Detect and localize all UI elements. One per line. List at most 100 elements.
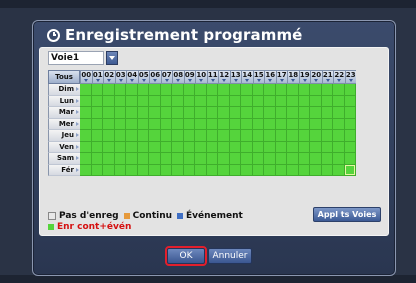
day-row-header[interactable]: Mer <box>48 118 80 130</box>
hour-header-15[interactable]: 15 <box>252 70 264 84</box>
schedule-slot[interactable] <box>103 118 115 130</box>
schedule-slot[interactable] <box>183 130 195 142</box>
schedule-slot[interactable] <box>137 130 149 142</box>
schedule-slot[interactable] <box>333 130 345 142</box>
hour-header-03[interactable]: 03 <box>114 70 126 84</box>
schedule-slot[interactable] <box>103 164 115 176</box>
schedule-slot[interactable] <box>172 107 184 119</box>
schedule-slot[interactable] <box>264 130 276 142</box>
schedule-slot[interactable] <box>160 107 172 119</box>
schedule-slot[interactable] <box>103 130 115 142</box>
schedule-slot[interactable] <box>114 95 126 107</box>
schedule-slot[interactable] <box>195 141 207 153</box>
schedule-slot[interactable] <box>287 130 299 142</box>
schedule-slot[interactable] <box>126 107 138 119</box>
schedule-slot[interactable] <box>252 84 264 96</box>
schedule-slot[interactable] <box>333 107 345 119</box>
schedule-slot[interactable] <box>310 84 322 96</box>
schedule-slot[interactable] <box>252 164 264 176</box>
schedule-slot[interactable] <box>321 164 333 176</box>
schedule-slot[interactable] <box>218 164 230 176</box>
schedule-slot[interactable] <box>149 95 161 107</box>
schedule-slot[interactable] <box>126 95 138 107</box>
day-row-header[interactable]: Jeu <box>48 130 80 142</box>
hour-header-13[interactable]: 13 <box>229 70 241 84</box>
schedule-slot[interactable] <box>252 95 264 107</box>
schedule-slot[interactable] <box>137 118 149 130</box>
schedule-slot[interactable] <box>310 95 322 107</box>
schedule-slot[interactable] <box>344 153 356 165</box>
schedule-slot[interactable] <box>91 84 103 96</box>
schedule-slot[interactable] <box>252 141 264 153</box>
schedule-slot[interactable] <box>298 84 310 96</box>
hour-header-19[interactable]: 19 <box>298 70 310 84</box>
schedule-slot[interactable] <box>91 107 103 119</box>
schedule-slot[interactable] <box>206 84 218 96</box>
schedule-slot[interactable] <box>149 164 161 176</box>
schedule-slot[interactable] <box>126 153 138 165</box>
schedule-slot[interactable] <box>287 118 299 130</box>
schedule-slot[interactable] <box>206 130 218 142</box>
schedule-slot[interactable] <box>252 130 264 142</box>
schedule-slot[interactable] <box>275 107 287 119</box>
schedule-slot[interactable] <box>149 107 161 119</box>
hour-header-17[interactable]: 17 <box>275 70 287 84</box>
schedule-slot[interactable] <box>241 130 253 142</box>
schedule-slot[interactable] <box>229 118 241 130</box>
schedule-slot[interactable] <box>333 141 345 153</box>
hour-header-10[interactable]: 10 <box>195 70 207 84</box>
hour-header-22[interactable]: 22 <box>333 70 345 84</box>
schedule-slot[interactable] <box>195 118 207 130</box>
schedule-slot[interactable] <box>275 84 287 96</box>
schedule-slot[interactable] <box>172 130 184 142</box>
schedule-slot[interactable] <box>103 95 115 107</box>
schedule-slot[interactable] <box>126 164 138 176</box>
schedule-slot[interactable] <box>310 107 322 119</box>
schedule-slot[interactable] <box>298 164 310 176</box>
schedule-slot[interactable] <box>160 95 172 107</box>
schedule-slot[interactable] <box>183 95 195 107</box>
schedule-slot[interactable] <box>160 84 172 96</box>
schedule-slot[interactable] <box>91 153 103 165</box>
schedule-slot[interactable] <box>195 95 207 107</box>
schedule-slot[interactable] <box>218 95 230 107</box>
schedule-slot[interactable] <box>137 153 149 165</box>
schedule-slot[interactable] <box>80 130 92 142</box>
schedule-slot[interactable] <box>195 107 207 119</box>
schedule-slot[interactable] <box>206 95 218 107</box>
schedule-slot[interactable] <box>206 153 218 165</box>
schedule-slot[interactable] <box>160 118 172 130</box>
schedule-slot[interactable] <box>344 130 356 142</box>
schedule-slot[interactable] <box>126 130 138 142</box>
hour-header-08[interactable]: 08 <box>172 70 184 84</box>
schedule-slot[interactable] <box>298 130 310 142</box>
schedule-slot[interactable] <box>80 107 92 119</box>
schedule-slot[interactable] <box>275 95 287 107</box>
schedule-slot[interactable] <box>91 118 103 130</box>
schedule-slot[interactable] <box>310 141 322 153</box>
hour-header-14[interactable]: 14 <box>241 70 253 84</box>
schedule-slot[interactable] <box>137 95 149 107</box>
schedule-slot[interactable] <box>172 153 184 165</box>
schedule-slot[interactable] <box>344 118 356 130</box>
schedule-slot[interactable] <box>218 153 230 165</box>
schedule-slot[interactable] <box>229 164 241 176</box>
schedule-slot[interactable] <box>195 84 207 96</box>
schedule-slot[interactable] <box>137 141 149 153</box>
schedule-slot[interactable] <box>114 141 126 153</box>
schedule-slot[interactable] <box>91 164 103 176</box>
schedule-slot[interactable] <box>114 118 126 130</box>
schedule-slot[interactable] <box>264 84 276 96</box>
schedule-slot[interactable] <box>172 118 184 130</box>
schedule-slot[interactable] <box>126 141 138 153</box>
schedule-slot[interactable] <box>333 164 345 176</box>
schedule-slot[interactable] <box>160 164 172 176</box>
hour-header-04[interactable]: 04 <box>126 70 138 84</box>
schedule-slot[interactable] <box>275 118 287 130</box>
schedule-slot[interactable] <box>264 95 276 107</box>
schedule-slot[interactable] <box>160 153 172 165</box>
day-row-header[interactable]: Sam <box>48 153 80 165</box>
hour-header-18[interactable]: 18 <box>287 70 299 84</box>
schedule-slot[interactable] <box>114 130 126 142</box>
schedule-slot[interactable] <box>310 153 322 165</box>
